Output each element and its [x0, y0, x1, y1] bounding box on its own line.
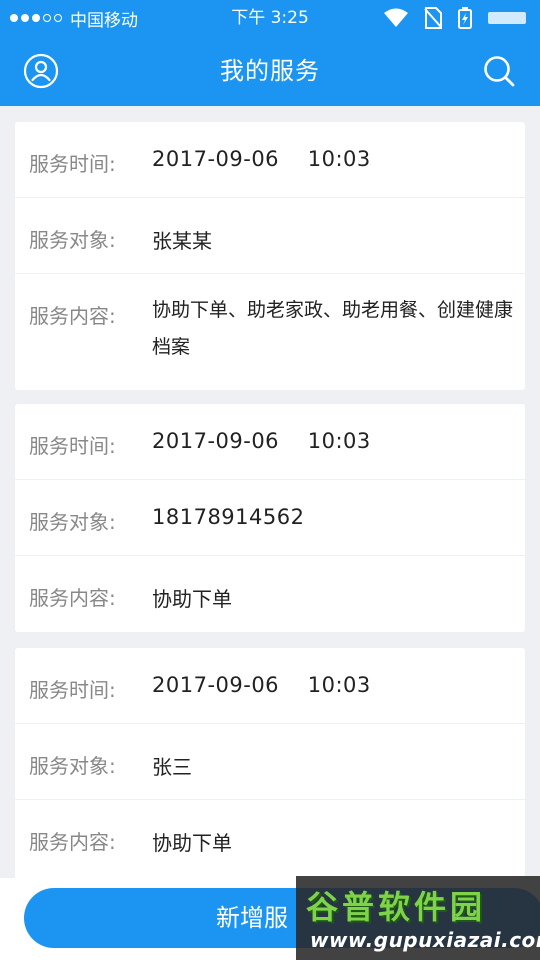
service-target-row: 服务对象: 18178914562 [15, 480, 525, 556]
service-time-row: 服务时间: 2017-09-06 10:03 [15, 122, 525, 198]
service-card[interactable]: 服务时间: 2017-09-06 10:03 服务对象: 张某某 服务内容: 协… [15, 122, 525, 390]
service-time-label: 服务时间: [29, 152, 116, 176]
service-content-row: 服务内容: 协助下单 [15, 556, 525, 632]
service-target-value: 张某某 [152, 229, 212, 253]
service-content-value: 协助下单 [152, 831, 232, 855]
service-time-row: 服务时间: 2017-09-06 10:03 [15, 648, 525, 724]
status-bar: 中国移动 下午 3:25 [0, 0, 540, 36]
service-target-row: 服务对象: 张三 [15, 724, 525, 800]
watermark-logo: 谷普软件园 [306, 888, 487, 926]
service-time-value: 2017-09-06 10:03 [152, 673, 371, 697]
service-time-label: 服务时间: [29, 678, 116, 702]
service-time-value: 2017-09-06 10:03 [152, 147, 371, 171]
service-target-value: 张三 [152, 755, 192, 779]
battery-level-icon [488, 12, 526, 24]
service-target-label: 服务对象: [29, 510, 116, 534]
wifi-icon [384, 8, 408, 27]
search-icon[interactable] [480, 52, 518, 90]
service-target-row: 服务对象: 张某某 [15, 198, 525, 274]
service-content-row: 服务内容: 协助下单、助老家政、助老用餐、创建健康档案 [15, 274, 525, 390]
battery-icon [458, 7, 472, 29]
service-time-value: 2017-09-06 10:03 [152, 429, 371, 453]
service-time-label: 服务时间: [29, 434, 116, 458]
no-sim-icon [424, 7, 442, 29]
service-content-value: 协助下单、助老家政、助老用餐、创建健康档案 [152, 299, 514, 358]
service-content-label: 服务内容: [29, 586, 116, 610]
page-title: 我的服务 [220, 57, 320, 85]
service-card[interactable]: 服务时间: 2017-09-06 10:03 服务对象: 18178914562… [15, 404, 525, 632]
status-right [384, 0, 528, 36]
service-time-row: 服务时间: 2017-09-06 10:03 [15, 404, 525, 480]
service-content-label: 服务内容: [29, 830, 116, 854]
watermark-url: www.gupuxiazai.com [310, 928, 540, 952]
service-card[interactable]: 服务时间: 2017-09-06 10:03 服务对象: 张三 服务内容: 协助… [15, 648, 525, 888]
service-target-label: 服务对象: [29, 754, 116, 778]
watermark: 谷普软件园 www.gupuxiazai.com [296, 876, 540, 960]
service-target-value: 18178914562 [152, 505, 305, 529]
service-content-value: 协助下单 [152, 587, 232, 611]
service-content-label: 服务内容: [29, 304, 116, 328]
service-content-row: 服务内容: 协助下单 [15, 800, 525, 888]
service-target-label: 服务对象: [29, 228, 116, 252]
app-header: 我的服务 [0, 36, 540, 106]
